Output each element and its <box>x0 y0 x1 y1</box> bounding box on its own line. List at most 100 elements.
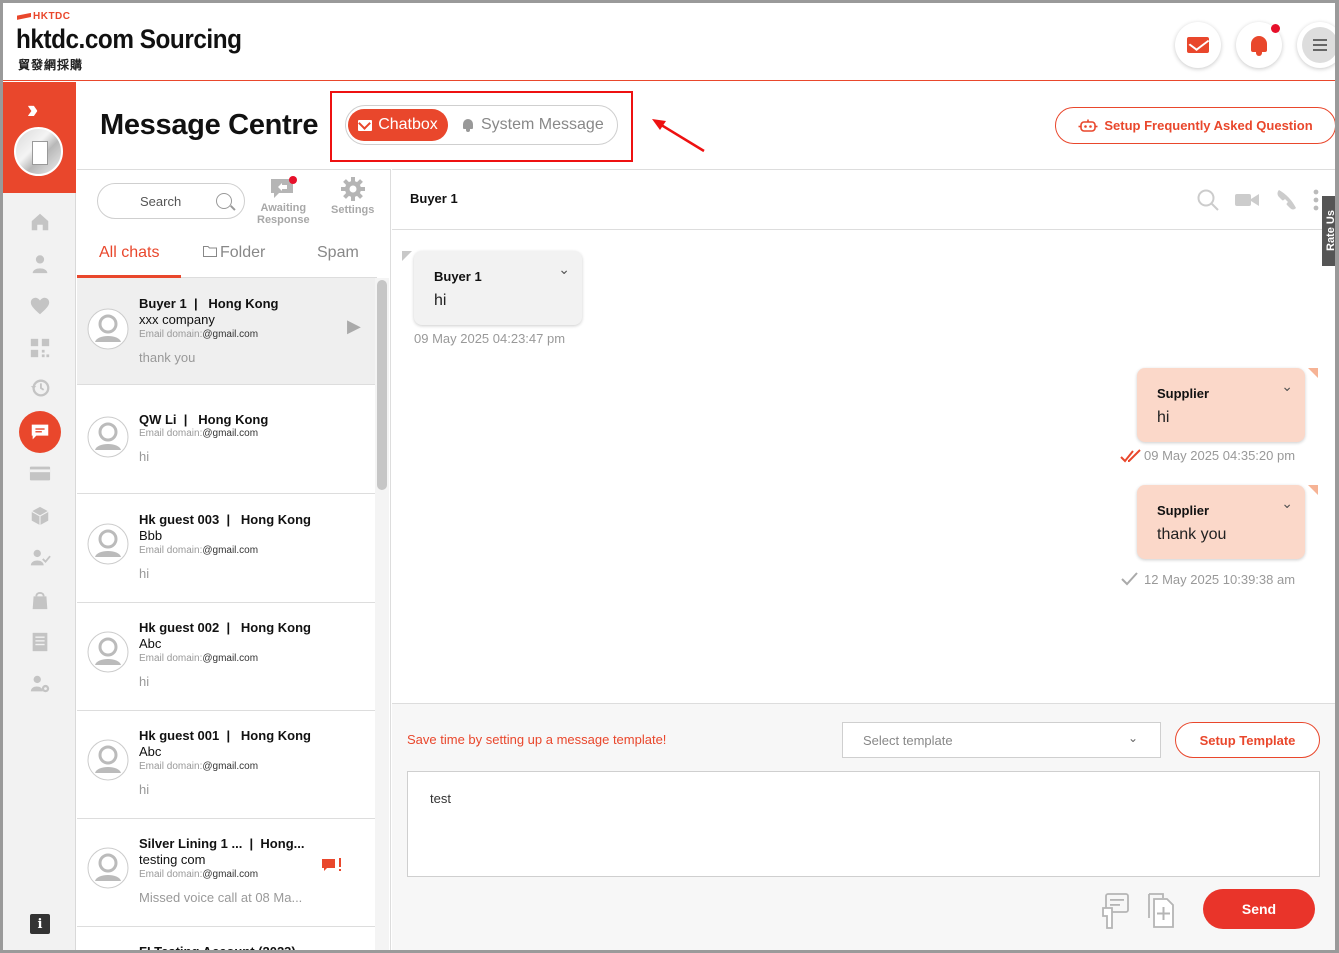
contact-company: Abc <box>139 744 162 759</box>
settings-user-icon[interactable] <box>28 673 52 695</box>
gear-icon <box>340 177 365 201</box>
message-bubble-incoming[interactable]: Buyer 1 hi ⌄ <box>414 251 582 325</box>
rate-us-tab[interactable]: Rate Us <box>1322 196 1335 266</box>
avatar-icon <box>87 523 129 565</box>
contact-name: Hk guest 002 <box>139 620 220 635</box>
info-icon[interactable]: i <box>30 914 50 934</box>
avatar-icon <box>87 416 129 458</box>
bubble-tail <box>1308 368 1318 378</box>
chat-list-item[interactable]: Hk guest 001 | Hong Kong Abc Email domai… <box>77 711 375 819</box>
mail-button[interactable] <box>1175 22 1221 68</box>
search-icon[interactable] <box>216 193 232 209</box>
chat-list-panel: Search Awaiting Response Settings All ch… <box>77 169 391 950</box>
avatar-icon <box>87 631 129 673</box>
contact-location: Hong... <box>260 836 305 851</box>
message-bubble-outgoing[interactable]: Supplier thank you ⌄ <box>1137 485 1305 559</box>
mail-icon <box>1187 37 1209 53</box>
conversation-header: Buyer 1 <box>392 170 1335 230</box>
chat-list-item[interactable]: QW Li | Hong Kong Email domain:@gmail.co… <box>77 386 375 494</box>
last-message: hi <box>139 782 150 797</box>
message-bubble-outgoing[interactable]: Supplier hi ⌄ <box>1137 368 1305 442</box>
scrollbar-thumb[interactable] <box>377 280 387 490</box>
tab-chatbox[interactable]: Chatbox <box>348 109 448 141</box>
message-composer: Save time by setting up a message templa… <box>392 703 1335 950</box>
bell-icon <box>461 118 475 132</box>
conversation-contact-name: Buyer 1 <box>410 191 458 206</box>
phone-icon[interactable] <box>1274 188 1298 212</box>
chat-list-item[interactable]: FI Testing Account (2023) <box>77 927 375 950</box>
template-select-value: Select template <box>863 733 953 748</box>
message-input[interactable]: test <box>407 771 1320 877</box>
search-input[interactable]: Search <box>97 183 245 219</box>
send-button[interactable]: Send <box>1203 889 1315 929</box>
tab-system-message[interactable]: System Message <box>461 109 611 141</box>
contact-name: Hk guest 003 <box>139 512 220 527</box>
chat-list-item[interactable]: Buyer 1 | Hong Kong xxx company Email do… <box>77 278 375 385</box>
heart-icon[interactable] <box>28 295 52 317</box>
contact-email: Email domain:@gmail.com <box>139 545 259 556</box>
message-sender: Supplier <box>1157 503 1210 518</box>
settings-button[interactable]: Settings <box>331 176 374 216</box>
contact-icon[interactable] <box>28 547 52 569</box>
search-icon[interactable] <box>1196 188 1220 212</box>
contact-company: Bbb <box>139 528 163 543</box>
list-icon[interactable] <box>28 631 52 653</box>
last-message: hi <box>139 674 150 689</box>
tab-spam[interactable]: Spam <box>317 244 359 262</box>
qr-icon[interactable] <box>28 337 52 359</box>
contact-name: QW Li <box>139 412 177 427</box>
menu-button[interactable] <box>1297 22 1335 68</box>
message-text: thank you <box>1157 526 1227 543</box>
missed-call-icon <box>321 857 343 876</box>
template-select[interactable]: Select template ⌄ <box>842 722 1161 758</box>
contact-company: xxx company <box>139 312 215 327</box>
video-call-icon[interactable] <box>1234 190 1260 210</box>
box-icon[interactable] <box>28 505 52 527</box>
message-sender: Buyer 1 <box>434 269 482 284</box>
tab-all-chats[interactable]: All chats <box>99 244 159 262</box>
notifications-button[interactable] <box>1236 22 1282 68</box>
avatar-icon <box>87 739 129 781</box>
message-icon[interactable] <box>19 411 61 453</box>
quick-reply-icon[interactable] <box>1100 892 1130 930</box>
chat-list-item[interactable]: Silver Lining 1 ... | Hong... testing co… <box>77 819 375 927</box>
separator: | <box>249 836 254 851</box>
brand-subtitle: 貿發網採購 <box>18 58 84 72</box>
contact-email: Email domain:@gmail.com <box>139 653 259 664</box>
chat-list-item[interactable]: Hk guest 003 | Hong Kong Bbb Email domai… <box>77 495 375 603</box>
card-icon[interactable] <box>28 463 52 485</box>
user-icon[interactable] <box>28 253 52 275</box>
attach-file-icon[interactable] <box>1145 892 1177 930</box>
separator: | <box>183 412 188 427</box>
home-icon[interactable] <box>28 211 52 233</box>
contact-email: Email domain:@gmail.com <box>139 428 259 439</box>
robot-icon <box>1078 119 1098 132</box>
awaiting-response-button[interactable]: Awaiting Response <box>257 176 310 226</box>
history-icon[interactable] <box>28 377 52 399</box>
check-icon <box>1121 572 1138 586</box>
separator: | <box>226 512 231 527</box>
expand-icon[interactable]: ›› <box>27 94 39 125</box>
chevron-down-icon[interactable]: ⌄ <box>1281 495 1293 512</box>
contact-location: Hong Kong <box>240 620 311 635</box>
avatar-icon <box>87 847 129 889</box>
contact-email: Email domain:@gmail.com <box>139 869 259 880</box>
chat-list-item[interactable]: Hk guest 002 | Hong Kong Abc Email domai… <box>77 603 375 711</box>
double-check-icon <box>1120 449 1141 463</box>
envelope-icon <box>358 119 373 131</box>
setup-template-button[interactable]: Setup Template <box>1175 722 1320 758</box>
tab-folder[interactable]: Folder <box>203 244 265 262</box>
last-message: Missed voice call at 08 Ma... <box>139 890 303 905</box>
hktdc-logo[interactable]: HKTDC <box>17 11 71 22</box>
company-avatar[interactable] <box>14 127 63 176</box>
brand-title[interactable]: hktdc.com Sourcing <box>16 24 242 55</box>
bag-icon[interactable] <box>28 589 52 611</box>
separator: | <box>226 620 231 635</box>
chevron-down-icon[interactable]: ⌄ <box>558 261 570 278</box>
contact-company: Abc <box>139 636 162 651</box>
chevron-down-icon[interactable]: ⌄ <box>1281 378 1293 395</box>
message-sender: Supplier <box>1157 386 1210 401</box>
setup-faq-button[interactable]: Setup Frequently Asked Question <box>1055 107 1335 144</box>
contact-name: Hk guest 001 <box>139 728 220 743</box>
more-options-icon[interactable] <box>1312 188 1320 212</box>
